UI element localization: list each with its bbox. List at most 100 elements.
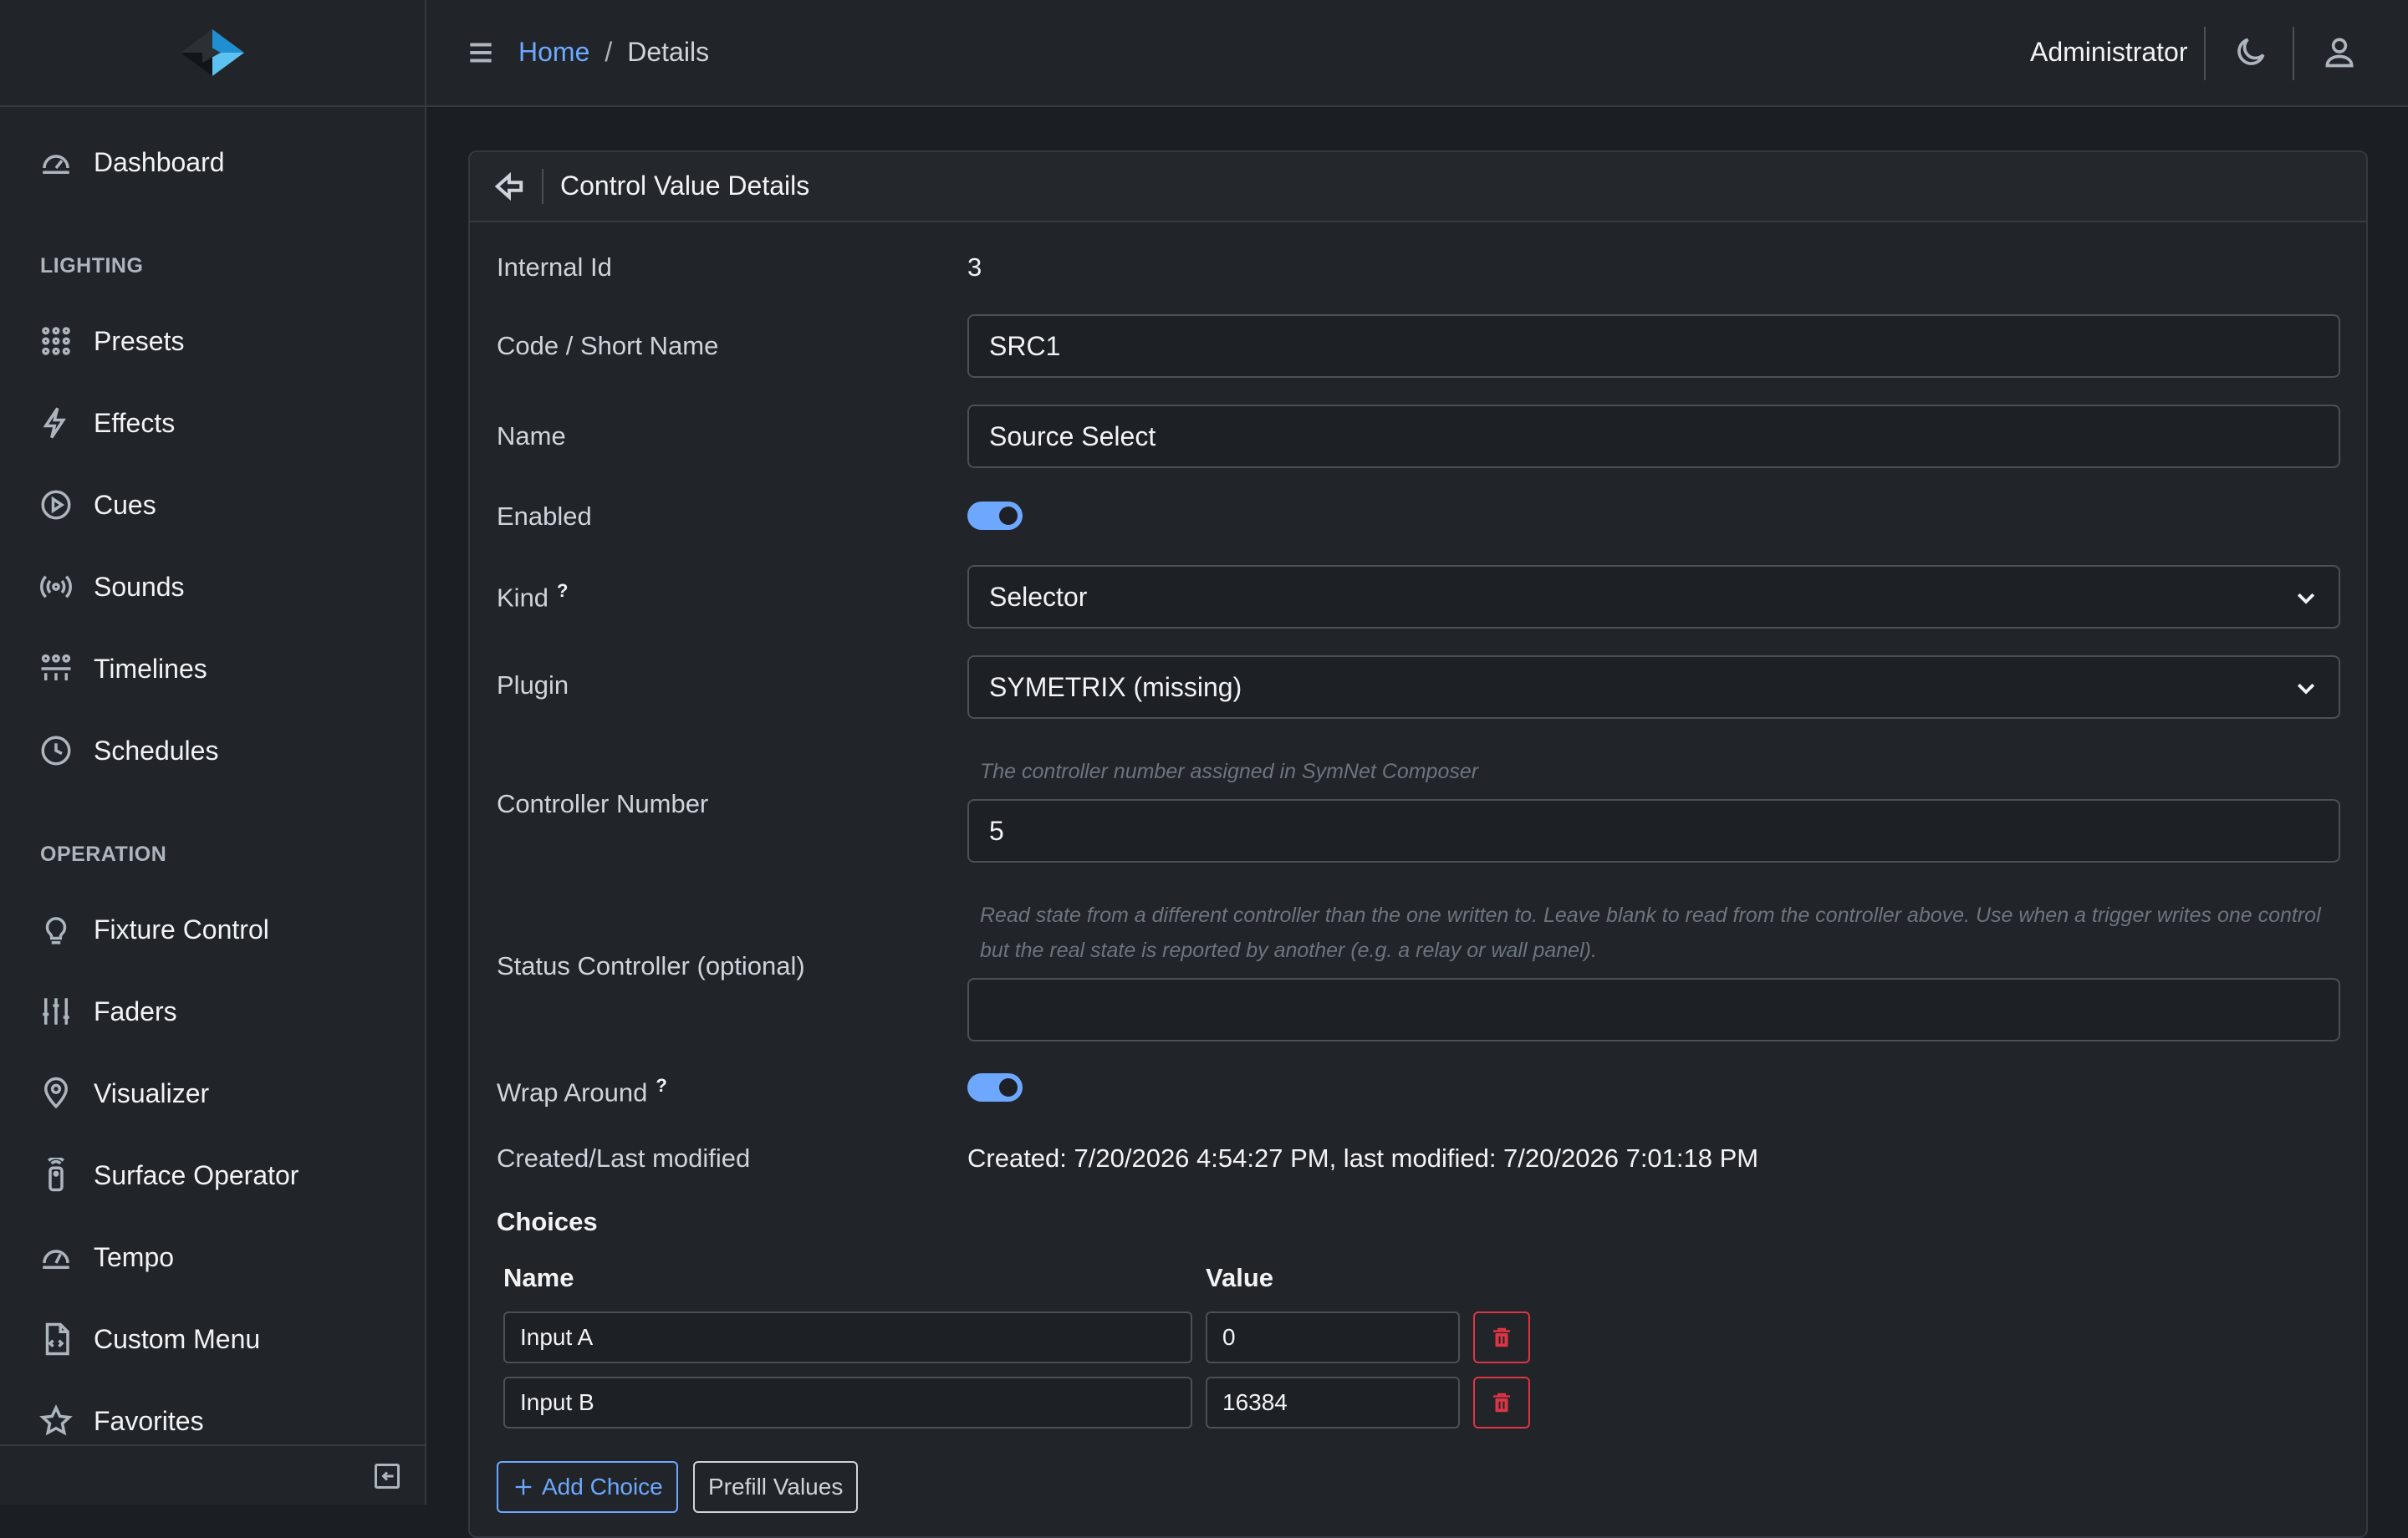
remote-icon bbox=[48, 1158, 64, 1192]
collapse-left-icon bbox=[375, 1464, 400, 1489]
broadcast-icon bbox=[40, 575, 72, 598]
choice-name-input[interactable]: Input B bbox=[503, 1377, 1192, 1429]
sidebar-item-label: Faders bbox=[94, 996, 177, 1026]
star-icon bbox=[39, 1404, 73, 1436]
chevron-down-icon bbox=[2293, 675, 2319, 700]
breadcrumb-separator: / bbox=[605, 37, 613, 67]
play-circle-icon bbox=[41, 490, 71, 520]
sidebar-item-label: Favorites bbox=[94, 1405, 204, 1436]
sidebar: Dashboard LIGHTING Presets Effects Cues … bbox=[0, 0, 426, 1505]
modified-label: Created/Last modified bbox=[497, 1143, 751, 1173]
menu-toggle-button[interactable] bbox=[465, 37, 497, 69]
sidebar-item-tempo[interactable]: Tempo bbox=[38, 1232, 174, 1282]
trash-icon bbox=[1493, 1393, 1510, 1413]
sidebar-item-label: Dashboard bbox=[94, 146, 225, 177]
sidebar-item-effects[interactable]: Effects bbox=[38, 398, 175, 448]
wrap-around-label: Wrap Around? bbox=[497, 1075, 667, 1108]
back-button[interactable] bbox=[493, 171, 525, 202]
controller-number-input[interactable]: 5 bbox=[967, 799, 2340, 863]
section-header-lighting: LIGHTING bbox=[40, 254, 144, 278]
kind-help-icon[interactable]: ? bbox=[557, 580, 568, 601]
chevron-down-icon bbox=[2293, 585, 2319, 610]
map-pin-icon bbox=[43, 1077, 69, 1109]
status-help-text: Read state from a different controller t… bbox=[980, 904, 2321, 962]
wrap-around-label-text: Wrap Around bbox=[497, 1077, 648, 1108]
sidebar-item-presets[interactable]: Presets bbox=[38, 316, 184, 366]
code-label: Code / Short Name bbox=[497, 331, 719, 360]
status-controller-label: Status Controller (optional) bbox=[497, 951, 805, 980]
name-label: Name bbox=[497, 421, 566, 451]
breadcrumb-home-link[interactable]: Home bbox=[518, 37, 589, 68]
delete-choice-button[interactable] bbox=[1473, 1311, 1530, 1363]
prefill-values-button[interactable]: Prefill Values bbox=[693, 1461, 859, 1513]
sidebar-item-schedules[interactable]: Schedules bbox=[38, 726, 218, 776]
code-input[interactable]: SRC1 bbox=[967, 314, 2340, 378]
enabled-label: Enabled bbox=[497, 502, 592, 531]
sidebar-item-surface-operator[interactable]: Surface Operator bbox=[38, 1150, 298, 1200]
enabled-toggle[interactable] bbox=[967, 502, 1023, 530]
toggle-knob bbox=[999, 1078, 1018, 1097]
controller-label: Controller Number bbox=[497, 789, 709, 818]
section-header-operation: OPERATION bbox=[40, 843, 167, 866]
kind-label: Kind? bbox=[497, 580, 569, 613]
choice-value-input[interactable]: 0 bbox=[1206, 1311, 1460, 1363]
sidebar-item-visualizer[interactable]: Visualizer bbox=[38, 1068, 209, 1118]
brand-logo[interactable] bbox=[0, 0, 425, 107]
sidebar-item-custom-menu[interactable]: Custom Menu bbox=[38, 1314, 260, 1364]
user-menu-button[interactable] bbox=[2321, 33, 2358, 70]
kind-label-text: Kind bbox=[497, 583, 549, 613]
sidebar-item-label: Presets bbox=[94, 325, 185, 356]
choice-value-input[interactable]: 16384 bbox=[1206, 1377, 1460, 1429]
header-separator bbox=[542, 169, 543, 204]
sidebar-item-label: Fixture Control bbox=[94, 914, 269, 945]
timeline-icon bbox=[41, 654, 71, 680]
internal-id-label: Internal Id bbox=[497, 252, 612, 282]
plus-icon bbox=[515, 1479, 532, 1495]
plugin-selected-value: SYMETRIX (missing) bbox=[989, 671, 1242, 702]
speedometer-icon bbox=[43, 1250, 69, 1269]
sidebar-item-fixture-control[interactable]: Fixture Control bbox=[38, 904, 269, 955]
internal-id-value: 3 bbox=[967, 252, 982, 282]
status-controller-input[interactable] bbox=[967, 978, 2340, 1041]
toggle-knob bbox=[999, 507, 1018, 525]
sidebar-item-label: Sounds bbox=[94, 571, 185, 602]
delete-choice-button[interactable] bbox=[1473, 1377, 1530, 1429]
sidebar-item-label: Tempo bbox=[94, 1241, 175, 1272]
choices-col-name: Name bbox=[503, 1263, 574, 1292]
add-choice-button[interactable]: Add Choice bbox=[497, 1461, 678, 1513]
theme-toggle-button[interactable] bbox=[2232, 33, 2269, 70]
modified-value: Created: 7/20/2026 4:54:27 PM, last modi… bbox=[967, 1143, 1759, 1173]
add-choice-label: Add Choice bbox=[542, 1474, 663, 1500]
wrap-around-toggle[interactable] bbox=[967, 1073, 1023, 1102]
file-code-icon bbox=[45, 1322, 69, 1356]
collapse-sidebar-button[interactable] bbox=[372, 1461, 402, 1491]
plugin-label: Plugin bbox=[497, 670, 569, 700]
sidebar-item-favorites[interactable]: Favorites bbox=[38, 1396, 204, 1446]
wrap-help-icon[interactable]: ? bbox=[656, 1075, 666, 1096]
sidebar-footer-divider bbox=[0, 1444, 425, 1446]
sidebar-item-faders[interactable]: Faders bbox=[38, 986, 177, 1036]
card-header: Control Value Details bbox=[470, 152, 2366, 222]
page-title: Control Value Details bbox=[560, 171, 810, 201]
sidebar-item-cues[interactable]: Cues bbox=[38, 480, 156, 530]
moon-icon bbox=[2237, 38, 2265, 65]
plugin-select[interactable]: SYMETRIX (missing) bbox=[967, 655, 2340, 719]
controller-help-text: The controller number assigned in SymNet… bbox=[980, 760, 1479, 783]
choices-title: Choices bbox=[497, 1207, 598, 1236]
sidebar-item-sounds[interactable]: Sounds bbox=[38, 562, 185, 612]
sidebar-item-label: Timelines bbox=[94, 653, 207, 684]
trash-icon bbox=[1493, 1327, 1510, 1347]
sidebar-item-label: Surface Operator bbox=[94, 1159, 299, 1190]
hamburger-icon bbox=[470, 43, 492, 63]
sidebar-item-dashboard[interactable]: Dashboard bbox=[38, 137, 225, 187]
name-input[interactable]: Source Select bbox=[967, 405, 2340, 468]
header-divider bbox=[2204, 27, 2206, 80]
sidebar-item-timelines[interactable]: Timelines bbox=[38, 644, 207, 694]
kind-select[interactable]: Selector bbox=[967, 565, 2340, 629]
current-user-name[interactable]: Administrator bbox=[2030, 37, 2188, 68]
choices-col-value: Value bbox=[1206, 1263, 1273, 1292]
choice-name-input[interactable]: Input A bbox=[503, 1311, 1192, 1363]
user-icon bbox=[2325, 38, 2354, 68]
header-divider bbox=[2293, 27, 2294, 80]
lightning-icon bbox=[43, 407, 67, 439]
